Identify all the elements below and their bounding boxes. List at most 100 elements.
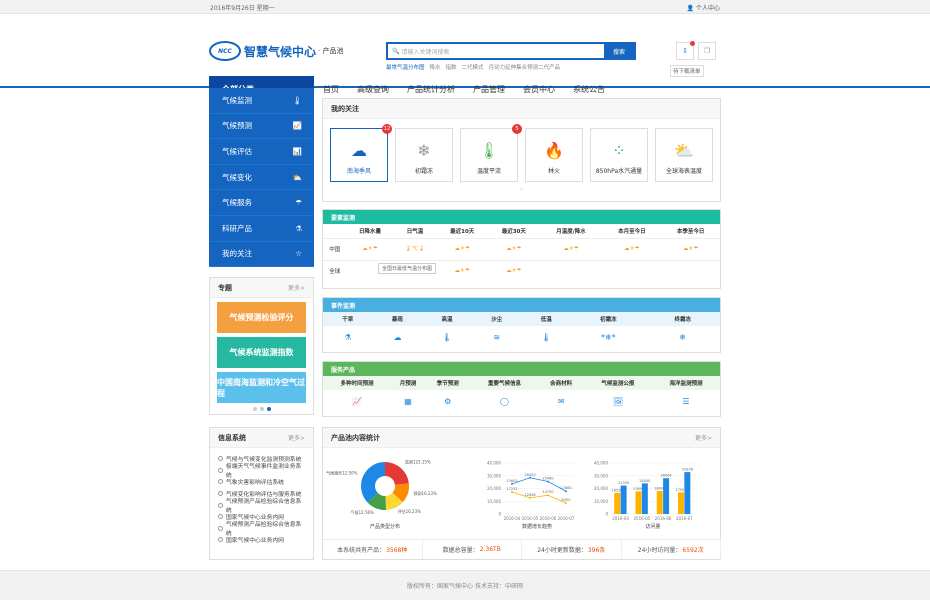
favorite-icon: 🔥 xyxy=(544,141,564,160)
info-item[interactable]: 气候预测产品检验综合信息系统 xyxy=(218,522,305,537)
line-point[interactable] xyxy=(565,490,567,493)
table-icon-cell[interactable]: ✉ xyxy=(539,390,584,412)
line-point[interactable] xyxy=(547,480,549,483)
line-point[interactable] xyxy=(565,502,567,505)
services-panel: 服务产品 多种时间预测 月预测 季节预测 重要气候信息 会商材料 气候监测公报 海洋监测预测… xyxy=(322,361,721,417)
info-panel: 信息系统 更多> 气候与气候变化监测预测系统 极端天气气候事件监测业务系统 气象灾害影… xyxy=(209,427,314,560)
favorite-card[interactable]: ☁ 南海季风 12 xyxy=(330,124,392,182)
table-icon-cell[interactable]: ◯ xyxy=(470,390,538,412)
favorite-card[interactable]: ⁘ 850hPa水汽通量 xyxy=(590,128,648,182)
hot-keyword[interactable]: 最常气温分布图 xyxy=(386,63,425,71)
topic-banner[interactable]: 气候预测检验评分 xyxy=(217,302,306,333)
nav-item-member[interactable]: 会员中心 xyxy=(523,84,555,95)
table-cell[interactable]: ☁☀☂ xyxy=(540,238,603,260)
search-input[interactable]: 🔍 请输入关键词搜索 xyxy=(388,44,604,58)
stats-more-link[interactable]: 更多> xyxy=(695,433,712,442)
table-icon-cell[interactable]: ▦ xyxy=(391,390,425,412)
carousel-dot[interactable] xyxy=(259,407,264,411)
bar[interactable] xyxy=(678,492,684,514)
topics-more-link[interactable]: 更多> xyxy=(288,283,305,292)
table-icon-cell[interactable]: ⚗ xyxy=(323,326,373,348)
left-menu-item[interactable]: 气候服务 ☂ xyxy=(209,190,314,216)
table-cell[interactable]: 🌡℃🌡 xyxy=(393,238,436,260)
topic-banner[interactable]: 气候系统监测指数 xyxy=(217,337,306,368)
table-cell[interactable]: ☁☀☂ xyxy=(347,238,394,260)
info-item[interactable]: 极端天气气候事件监测业务系统 xyxy=(218,464,305,479)
table-cell[interactable]: ☁☀☂ xyxy=(661,238,720,260)
left-menu-label: 气候服务 xyxy=(222,198,252,208)
line-point[interactable] xyxy=(547,494,549,497)
bar[interactable] xyxy=(663,478,670,514)
line-point[interactable] xyxy=(511,491,513,494)
table-header-row: 日降水量 日气温 最近10天 最近30天 月温度/降水 本月至今日 本季至今日 xyxy=(323,224,720,238)
table-icon-cell[interactable]: ❄ xyxy=(646,326,720,348)
table-cell[interactable]: ☁☀☂ xyxy=(488,260,540,282)
favorite-card[interactable]: ❄ 初霜冻 xyxy=(395,128,453,182)
stat-item: 本系统共有产品： 3568种 xyxy=(323,540,423,559)
hot-keyword[interactable]: 降水 xyxy=(430,63,441,71)
line-point[interactable] xyxy=(529,476,531,479)
bar[interactable] xyxy=(620,485,627,514)
nav-item-search[interactable]: 高级查询 xyxy=(357,84,389,95)
bar[interactable] xyxy=(614,492,621,514)
search-box: 🔍 请输入关键词搜索 搜索 xyxy=(386,42,636,60)
table-cell[interactable]: ☁☀☂ xyxy=(603,238,662,260)
carousel-dot[interactable] xyxy=(266,407,271,411)
column-header: 会商材料 xyxy=(550,381,573,387)
carousel-dots[interactable] xyxy=(210,407,313,411)
column-header: 海洋监测预测 xyxy=(669,381,703,387)
line-point[interactable] xyxy=(529,496,531,499)
info-item[interactable]: 气候预测产品检验综合信息系统 xyxy=(218,499,305,514)
left-menu-item[interactable]: 气候预测 📈 xyxy=(209,114,314,140)
events-title: 事件监测 xyxy=(323,298,720,312)
nav-item-home[interactable]: 首页 xyxy=(323,84,339,95)
bar[interactable] xyxy=(684,472,691,514)
table-cell[interactable]: ☁☀☂ xyxy=(436,260,488,282)
hot-keyword[interactable]: 指数 xyxy=(446,63,457,71)
favorite-card[interactable]: 🔥 林火 xyxy=(525,128,583,182)
bar[interactable] xyxy=(635,491,642,514)
user-center-link[interactable]: 👤 个人中心 xyxy=(687,3,720,12)
left-menu-item[interactable]: 科研产品 ⚗ xyxy=(209,216,314,242)
copy-icon[interactable]: ❐ xyxy=(698,42,716,60)
column-header: 月温度/降水 xyxy=(556,228,586,235)
info-more-link[interactable]: 更多> xyxy=(288,433,305,442)
favorite-card[interactable]: 🌡 温度平流 5 xyxy=(460,124,522,182)
table-icon-cell[interactable]: ≋ xyxy=(472,326,522,348)
table-icon-cell[interactable]: 🖼 xyxy=(584,390,652,412)
table-cell[interactable]: ☁☀☂ xyxy=(488,238,540,260)
favorites-title: 我的关注 xyxy=(323,99,720,119)
search-placeholder: 请输入关键词搜索 xyxy=(401,48,450,56)
events-table: 干旱 暴雨 高温 沙尘 低温 初霜冻 终霜冻 ⚗ ☁ 🌡 ≋ 🌡 *❄* ❄ xyxy=(323,312,720,348)
left-menu-item[interactable]: 我的关注 ☆ xyxy=(209,242,314,268)
table-icon-cell[interactable]: ⚙ xyxy=(425,390,470,412)
favorite-icon: ❄ xyxy=(417,141,431,160)
left-menu-item[interactable]: 气候评估 📊 xyxy=(209,139,314,165)
table-cell[interactable]: ☁☀☂ xyxy=(436,238,488,260)
table-icon-cell[interactable]: ☰ xyxy=(652,390,720,412)
hot-keyword[interactable]: 二代模式 xyxy=(462,63,484,71)
table-icon-cell[interactable]: 🌡 xyxy=(522,326,572,348)
nav-item-stats[interactable]: 产品统计分析 xyxy=(407,84,455,95)
left-menu-item[interactable]: 气候变化 ⛅ xyxy=(209,165,314,191)
line-point[interactable] xyxy=(511,482,513,485)
hot-keyword[interactable]: 月动力延伸集合预测二代产品 xyxy=(489,63,561,71)
logo[interactable]: NCC 智慧气候中心 · 产品池 xyxy=(209,41,343,61)
topic-banner[interactable]: 中国南海监测和冷空气过程 xyxy=(217,372,306,403)
pie-slice[interactable] xyxy=(385,462,409,485)
search-button[interactable]: 搜索 xyxy=(604,44,634,58)
download-icon[interactable]: ⇩ xyxy=(676,41,695,60)
table-icon-cell[interactable]: 📈 xyxy=(323,390,391,412)
nav-item-manage[interactable]: 产品管理 xyxy=(473,84,505,95)
table-icon-cell[interactable]: ☁ xyxy=(373,326,423,348)
bar[interactable] xyxy=(656,491,663,514)
table-icon-cell[interactable]: 🌡 xyxy=(422,326,472,348)
table-icon-cell[interactable]: *❄* xyxy=(571,326,645,348)
carousel-dot[interactable] xyxy=(252,407,257,411)
left-menu-item[interactable]: 气候监测 🌡 xyxy=(209,88,314,114)
nav-item-notice[interactable]: 系统公告 xyxy=(573,84,605,95)
column-header: 重要气候信息 xyxy=(487,381,521,387)
bar[interactable] xyxy=(641,483,648,514)
favorite-card[interactable]: ⛅ 全球海表温度 xyxy=(655,128,713,182)
expand-chevron-icon[interactable]: ⌄ xyxy=(323,185,720,192)
